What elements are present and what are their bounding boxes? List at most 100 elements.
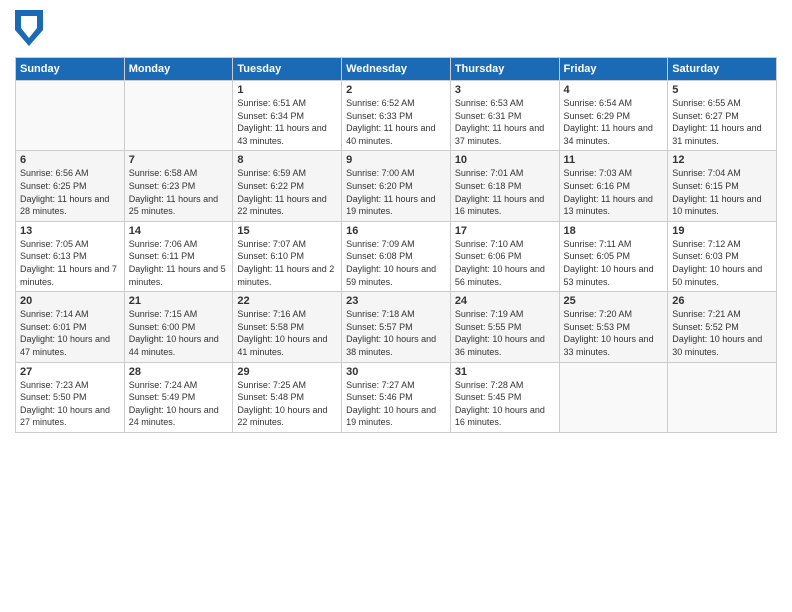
day-number: 24	[455, 295, 555, 307]
day-number: 15	[237, 225, 337, 237]
day-info: Sunrise: 7:06 AMSunset: 6:11 PMDaylight:…	[129, 238, 229, 288]
day-number: 2	[346, 84, 446, 96]
day-number: 25	[564, 295, 664, 307]
day-number: 29	[237, 366, 337, 378]
week-row-3: 13Sunrise: 7:05 AMSunset: 6:13 PMDayligh…	[16, 221, 777, 291]
day-header-tuesday: Tuesday	[233, 58, 342, 81]
calendar-cell: 5Sunrise: 6:55 AMSunset: 6:27 PMDaylight…	[668, 81, 777, 151]
day-info: Sunrise: 6:53 AMSunset: 6:31 PMDaylight:…	[455, 97, 555, 147]
day-number: 28	[129, 366, 229, 378]
day-info: Sunrise: 6:52 AMSunset: 6:33 PMDaylight:…	[346, 97, 446, 147]
day-info: Sunrise: 7:24 AMSunset: 5:49 PMDaylight:…	[129, 379, 229, 429]
calendar-cell: 13Sunrise: 7:05 AMSunset: 6:13 PMDayligh…	[16, 221, 125, 291]
day-header-friday: Friday	[559, 58, 668, 81]
calendar-cell: 6Sunrise: 6:56 AMSunset: 6:25 PMDaylight…	[16, 151, 125, 221]
day-info: Sunrise: 6:59 AMSunset: 6:22 PMDaylight:…	[237, 167, 337, 217]
day-number: 8	[237, 154, 337, 166]
calendar-cell: 18Sunrise: 7:11 AMSunset: 6:05 PMDayligh…	[559, 221, 668, 291]
calendar-cell: 15Sunrise: 7:07 AMSunset: 6:10 PMDayligh…	[233, 221, 342, 291]
day-info: Sunrise: 7:01 AMSunset: 6:18 PMDaylight:…	[455, 167, 555, 217]
day-number: 7	[129, 154, 229, 166]
page-container: SundayMondayTuesdayWednesdayThursdayFrid…	[0, 0, 792, 443]
day-info: Sunrise: 7:04 AMSunset: 6:15 PMDaylight:…	[672, 167, 772, 217]
logo	[15, 10, 47, 51]
calendar-cell: 9Sunrise: 7:00 AMSunset: 6:20 PMDaylight…	[342, 151, 451, 221]
day-number: 9	[346, 154, 446, 166]
day-info: Sunrise: 7:00 AMSunset: 6:20 PMDaylight:…	[346, 167, 446, 217]
day-number: 17	[455, 225, 555, 237]
day-header-sunday: Sunday	[16, 58, 125, 81]
calendar-cell: 8Sunrise: 6:59 AMSunset: 6:22 PMDaylight…	[233, 151, 342, 221]
day-number: 5	[672, 84, 772, 96]
header-row: SundayMondayTuesdayWednesdayThursdayFrid…	[16, 58, 777, 81]
day-number: 19	[672, 225, 772, 237]
day-number: 22	[237, 295, 337, 307]
calendar-cell: 2Sunrise: 6:52 AMSunset: 6:33 PMDaylight…	[342, 81, 451, 151]
week-row-4: 20Sunrise: 7:14 AMSunset: 6:01 PMDayligh…	[16, 292, 777, 362]
day-info: Sunrise: 7:25 AMSunset: 5:48 PMDaylight:…	[237, 379, 337, 429]
calendar-cell	[124, 81, 233, 151]
calendar-cell: 22Sunrise: 7:16 AMSunset: 5:58 PMDayligh…	[233, 292, 342, 362]
day-number: 16	[346, 225, 446, 237]
day-number: 21	[129, 295, 229, 307]
calendar-cell: 30Sunrise: 7:27 AMSunset: 5:46 PMDayligh…	[342, 362, 451, 432]
calendar-cell: 14Sunrise: 7:06 AMSunset: 6:11 PMDayligh…	[124, 221, 233, 291]
calendar-cell	[668, 362, 777, 432]
calendar-cell	[16, 81, 125, 151]
day-number: 18	[564, 225, 664, 237]
day-number: 6	[20, 154, 120, 166]
day-number: 13	[20, 225, 120, 237]
calendar-cell	[559, 362, 668, 432]
day-info: Sunrise: 6:56 AMSunset: 6:25 PMDaylight:…	[20, 167, 120, 217]
calendar-cell: 28Sunrise: 7:24 AMSunset: 5:49 PMDayligh…	[124, 362, 233, 432]
day-number: 11	[564, 154, 664, 166]
day-number: 27	[20, 366, 120, 378]
calendar-cell: 12Sunrise: 7:04 AMSunset: 6:15 PMDayligh…	[668, 151, 777, 221]
calendar-cell: 3Sunrise: 6:53 AMSunset: 6:31 PMDaylight…	[450, 81, 559, 151]
calendar-cell: 26Sunrise: 7:21 AMSunset: 5:52 PMDayligh…	[668, 292, 777, 362]
day-number: 30	[346, 366, 446, 378]
calendar-table: SundayMondayTuesdayWednesdayThursdayFrid…	[15, 57, 777, 433]
day-info: Sunrise: 7:09 AMSunset: 6:08 PMDaylight:…	[346, 238, 446, 288]
day-info: Sunrise: 7:03 AMSunset: 6:16 PMDaylight:…	[564, 167, 664, 217]
day-header-monday: Monday	[124, 58, 233, 81]
logo-icon	[15, 10, 43, 51]
day-info: Sunrise: 7:27 AMSunset: 5:46 PMDaylight:…	[346, 379, 446, 429]
day-number: 10	[455, 154, 555, 166]
day-header-wednesday: Wednesday	[342, 58, 451, 81]
day-header-thursday: Thursday	[450, 58, 559, 81]
day-info: Sunrise: 7:11 AMSunset: 6:05 PMDaylight:…	[564, 238, 664, 288]
day-info: Sunrise: 7:19 AMSunset: 5:55 PMDaylight:…	[455, 308, 555, 358]
day-info: Sunrise: 7:28 AMSunset: 5:45 PMDaylight:…	[455, 379, 555, 429]
day-info: Sunrise: 7:20 AMSunset: 5:53 PMDaylight:…	[564, 308, 664, 358]
calendar-cell: 4Sunrise: 6:54 AMSunset: 6:29 PMDaylight…	[559, 81, 668, 151]
day-info: Sunrise: 7:23 AMSunset: 5:50 PMDaylight:…	[20, 379, 120, 429]
day-info: Sunrise: 6:58 AMSunset: 6:23 PMDaylight:…	[129, 167, 229, 217]
calendar-cell: 16Sunrise: 7:09 AMSunset: 6:08 PMDayligh…	[342, 221, 451, 291]
day-info: Sunrise: 7:12 AMSunset: 6:03 PMDaylight:…	[672, 238, 772, 288]
calendar-cell: 31Sunrise: 7:28 AMSunset: 5:45 PMDayligh…	[450, 362, 559, 432]
day-info: Sunrise: 7:18 AMSunset: 5:57 PMDaylight:…	[346, 308, 446, 358]
day-number: 12	[672, 154, 772, 166]
day-header-saturday: Saturday	[668, 58, 777, 81]
day-info: Sunrise: 7:15 AMSunset: 6:00 PMDaylight:…	[129, 308, 229, 358]
day-number: 26	[672, 295, 772, 307]
day-info: Sunrise: 7:05 AMSunset: 6:13 PMDaylight:…	[20, 238, 120, 288]
calendar-cell: 17Sunrise: 7:10 AMSunset: 6:06 PMDayligh…	[450, 221, 559, 291]
calendar-cell: 11Sunrise: 7:03 AMSunset: 6:16 PMDayligh…	[559, 151, 668, 221]
day-number: 23	[346, 295, 446, 307]
day-info: Sunrise: 7:10 AMSunset: 6:06 PMDaylight:…	[455, 238, 555, 288]
day-number: 4	[564, 84, 664, 96]
calendar-cell: 27Sunrise: 7:23 AMSunset: 5:50 PMDayligh…	[16, 362, 125, 432]
day-info: Sunrise: 7:16 AMSunset: 5:58 PMDaylight:…	[237, 308, 337, 358]
day-number: 14	[129, 225, 229, 237]
day-info: Sunrise: 6:54 AMSunset: 6:29 PMDaylight:…	[564, 97, 664, 147]
day-info: Sunrise: 6:51 AMSunset: 6:34 PMDaylight:…	[237, 97, 337, 147]
week-row-2: 6Sunrise: 6:56 AMSunset: 6:25 PMDaylight…	[16, 151, 777, 221]
day-info: Sunrise: 7:07 AMSunset: 6:10 PMDaylight:…	[237, 238, 337, 288]
calendar-cell: 7Sunrise: 6:58 AMSunset: 6:23 PMDaylight…	[124, 151, 233, 221]
day-info: Sunrise: 7:14 AMSunset: 6:01 PMDaylight:…	[20, 308, 120, 358]
calendar-cell: 21Sunrise: 7:15 AMSunset: 6:00 PMDayligh…	[124, 292, 233, 362]
day-info: Sunrise: 6:55 AMSunset: 6:27 PMDaylight:…	[672, 97, 772, 147]
calendar-cell: 25Sunrise: 7:20 AMSunset: 5:53 PMDayligh…	[559, 292, 668, 362]
